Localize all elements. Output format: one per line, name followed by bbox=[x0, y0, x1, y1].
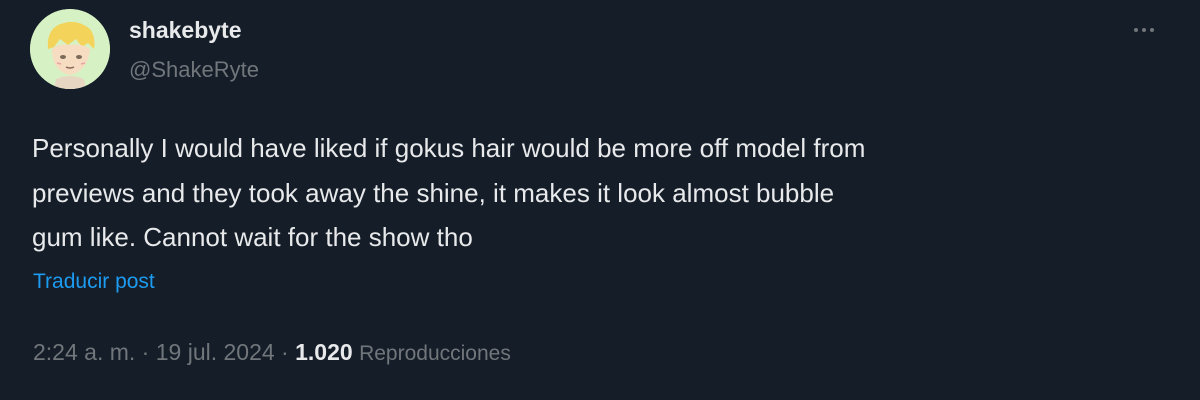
views-count: 1.020 bbox=[295, 339, 353, 365]
ellipsis-icon bbox=[1134, 28, 1154, 32]
display-name[interactable]: shakebyte bbox=[129, 17, 242, 44]
more-options-button[interactable] bbox=[1124, 12, 1164, 48]
post-time[interactable]: 2:24 a. m. bbox=[33, 339, 135, 365]
post-metadata: 2:24 a. m. · 19 jul. 2024 · 1.020 Reprod… bbox=[33, 339, 511, 366]
post-text: Personally I would have liked if gokus h… bbox=[32, 126, 1172, 260]
avatar[interactable] bbox=[30, 9, 110, 89]
post-text-line: gum like. Cannot wait for the show tho bbox=[32, 222, 473, 252]
post-date[interactable]: 19 jul. 2024 bbox=[156, 339, 275, 365]
separator: · bbox=[135, 339, 156, 365]
post-text-line: previews and they took away the shine, i… bbox=[32, 177, 835, 208]
post-text-line: Personally I would have liked if gokus h… bbox=[32, 133, 866, 163]
views-label: Reproducciones bbox=[359, 342, 511, 365]
translate-post-link[interactable]: Traducir post bbox=[33, 270, 155, 294]
user-handle[interactable]: @ShakeRyte bbox=[129, 57, 259, 83]
cartoon-face-avatar-icon bbox=[30, 9, 110, 89]
separator: · bbox=[274, 339, 296, 365]
tweet-card: shakebyte @ShakeRyte Personally I would … bbox=[0, 0, 1200, 400]
